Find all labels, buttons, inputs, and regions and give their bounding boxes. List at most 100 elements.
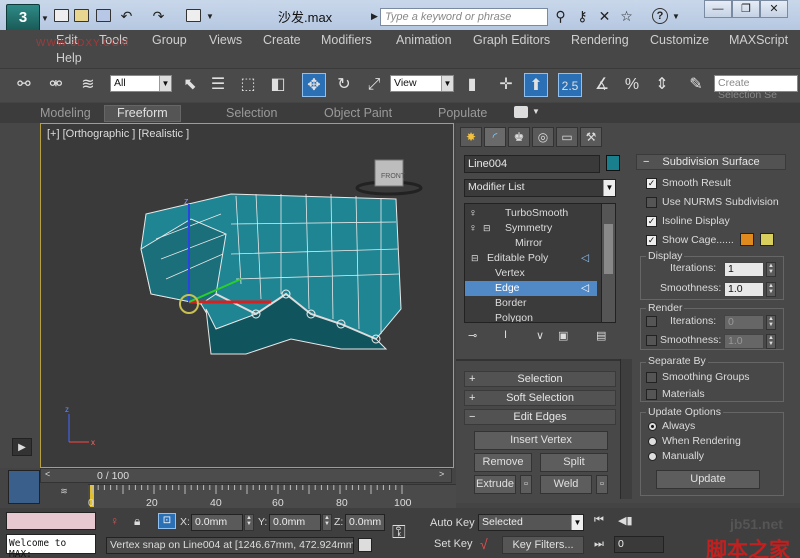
- display-tab-icon[interactable]: ▭: [556, 127, 578, 147]
- show-cage-checkbox[interactable]: ✓: [646, 235, 657, 246]
- spinner-arrows-icon[interactable]: ▲ ▼: [244, 514, 254, 531]
- y-coordinate-field[interactable]: 0.0mm: [269, 514, 321, 531]
- rectangular-selection-icon[interactable]: ⬚: [236, 73, 260, 97]
- key-mode-toggle-icon[interactable]: ⏭: [594, 538, 604, 551]
- subdivision-header[interactable]: − Subdivision Surface: [636, 154, 786, 170]
- subscription-icon[interactable]: ⚷: [574, 8, 591, 25]
- isolate-selection-icon[interactable]: [358, 538, 372, 552]
- use-nurms-checkbox[interactable]: [646, 197, 657, 208]
- menu-group[interactable]: Group: [152, 32, 187, 48]
- absolute-mode-icon[interactable]: ⊡: [158, 513, 176, 529]
- always-radio[interactable]: [648, 422, 657, 431]
- stack-scrollbar-thumb[interactable]: [604, 224, 613, 274]
- play-icon[interactable]: ▶: [12, 438, 32, 456]
- menu-views[interactable]: Views: [209, 32, 242, 48]
- track-bar[interactable]: 0 20 40 60 80 100: [88, 484, 456, 509]
- new-file-icon[interactable]: [54, 9, 69, 22]
- time-slider-right-icon[interactable]: >: [439, 469, 444, 479]
- select-and-move-icon[interactable]: ✥: [302, 73, 326, 97]
- previous-frame-icon[interactable]: ◀▮: [618, 514, 633, 527]
- x-coordinate-field[interactable]: 0.0mm: [191, 514, 243, 531]
- selection-lock-icon[interactable]: ♀: [110, 514, 119, 528]
- favorites-star-icon[interactable]: ☆: [618, 8, 635, 25]
- tab-object-paint[interactable]: Object Paint: [324, 106, 392, 120]
- stack-item-turbosmooth[interactable]: ♀ TurboSmooth: [465, 206, 597, 221]
- maxscript-output[interactable]: Welcome to MAX:: [6, 534, 96, 558]
- insert-vertex-button[interactable]: Insert Vertex: [474, 431, 608, 450]
- search-input[interactable]: Type a keyword or phrase: [380, 8, 548, 26]
- select-and-scale-icon[interactable]: ⤢: [362, 73, 386, 97]
- key-icon[interactable]: ⚿: [392, 522, 406, 543]
- menu-animation[interactable]: Animation: [396, 32, 452, 48]
- menu-create[interactable]: Create: [263, 32, 301, 48]
- select-by-name-icon[interactable]: ☰: [206, 73, 230, 97]
- open-file-icon[interactable]: [74, 9, 89, 22]
- render-smoothness-spinner[interactable]: 1.0: [724, 334, 764, 349]
- orthographic-viewport[interactable]: [+] [Orthographic ] [Realistic ] FRONT z: [40, 123, 454, 468]
- curve-editor-icon[interactable]: ≋: [48, 486, 80, 504]
- named-selection-input[interactable]: Create Selection Se: [714, 75, 798, 101]
- menu-help[interactable]: Help: [56, 50, 82, 66]
- split-button[interactable]: Split: [540, 453, 608, 472]
- select-and-link-icon[interactable]: ⚯: [12, 73, 36, 97]
- auto-key-button[interactable]: Auto Key: [430, 517, 475, 529]
- window-crossing-icon[interactable]: ◧: [266, 73, 290, 97]
- app-menu-arrow-icon[interactable]: ▼: [41, 14, 49, 23]
- app-logo-button[interactable]: 3: [6, 4, 40, 32]
- update-button[interactable]: Update: [656, 470, 760, 489]
- soft-selection-rollout[interactable]: + Soft Selection: [464, 390, 616, 406]
- angle-snap-icon[interactable]: ∡: [590, 73, 614, 97]
- select-object-icon[interactable]: ⬉: [178, 73, 202, 97]
- spinner-arrows-icon[interactable]: ▲ ▼: [766, 315, 776, 330]
- isoline-display-checkbox[interactable]: ✓: [646, 216, 657, 227]
- current-frame-field[interactable]: 0: [614, 536, 664, 553]
- mini-listener-icon[interactable]: [8, 470, 40, 504]
- selection-rollout[interactable]: + Selection: [464, 371, 616, 387]
- remove-modifier-icon[interactable]: ▣: [558, 329, 568, 342]
- menu-customize[interactable]: Customize: [650, 32, 709, 48]
- utilities-tab-icon[interactable]: ⚒: [580, 127, 602, 147]
- hierarchy-tab-icon[interactable]: ♚: [508, 127, 530, 147]
- ribbon-options-icon[interactable]: [514, 106, 528, 118]
- go-to-start-icon[interactable]: ⏮: [594, 514, 604, 527]
- keyboard-shortcut-override-icon[interactable]: ⬆: [524, 73, 548, 97]
- weld-settings-icon[interactable]: ▫: [596, 475, 608, 494]
- communication-icon[interactable]: ✕: [596, 8, 613, 25]
- spinner-snap-icon[interactable]: ⇕: [650, 73, 674, 97]
- undo-icon[interactable]: ↶: [118, 8, 135, 25]
- window-close-button[interactable]: ✕: [760, 0, 788, 18]
- reference-coordinate-dropdown[interactable]: View ▼: [390, 75, 454, 92]
- collapse-icon[interactable]: ⊟: [471, 251, 479, 266]
- edit-named-selection-icon[interactable]: ✎: [684, 73, 708, 97]
- spinner-arrows-icon[interactable]: ▲ ▼: [322, 514, 332, 531]
- binoculars-icon[interactable]: ⚲: [552, 8, 569, 25]
- project-folder-icon[interactable]: [186, 9, 201, 22]
- stack-item-vertex[interactable]: Vertex: [465, 266, 597, 281]
- stack-item-polygon[interactable]: Polygon: [465, 311, 597, 322]
- remove-button[interactable]: Remove: [474, 453, 532, 472]
- menu-maxscript[interactable]: MAXScript: [729, 32, 788, 48]
- smooth-result-checkbox[interactable]: ✓: [646, 178, 657, 189]
- z-coordinate-field[interactable]: 0.0mm: [345, 514, 385, 531]
- selection-filter-dropdown[interactable]: All ▼: [110, 75, 172, 92]
- unlink-selection-icon[interactable]: ⚮: [44, 73, 68, 97]
- pivot-center-icon[interactable]: ▮: [460, 73, 484, 97]
- menu-modifiers[interactable]: Modifiers: [321, 32, 372, 48]
- materials-checkbox[interactable]: [646, 389, 657, 400]
- stack-item-mirror[interactable]: Mirror: [465, 236, 597, 251]
- select-and-rotate-icon[interactable]: ↻: [332, 73, 356, 97]
- sofa-mesh[interactable]: [140, 193, 402, 355]
- window-restore-button[interactable]: ❐: [732, 0, 760, 18]
- tab-freeform[interactable]: Freeform: [104, 105, 181, 122]
- modifier-list-dropdown[interactable]: Modifier List ▼: [464, 179, 616, 197]
- menu-rendering[interactable]: Rendering: [571, 32, 629, 48]
- bulb-icon[interactable]: ♀: [469, 221, 477, 236]
- help-dropdown-icon[interactable]: ▼: [672, 12, 680, 21]
- iterations-spinner[interactable]: 1: [724, 262, 764, 277]
- select-manipulate-icon[interactable]: ✛: [494, 73, 518, 97]
- panel-scrollbar[interactable]: [620, 359, 632, 499]
- spinner-arrows-icon[interactable]: ▲ ▼: [766, 334, 776, 349]
- collapse-icon[interactable]: ⊟: [483, 221, 491, 236]
- tab-populate[interactable]: Populate: [438, 106, 487, 120]
- render-iterations-spinner[interactable]: 0: [724, 315, 764, 330]
